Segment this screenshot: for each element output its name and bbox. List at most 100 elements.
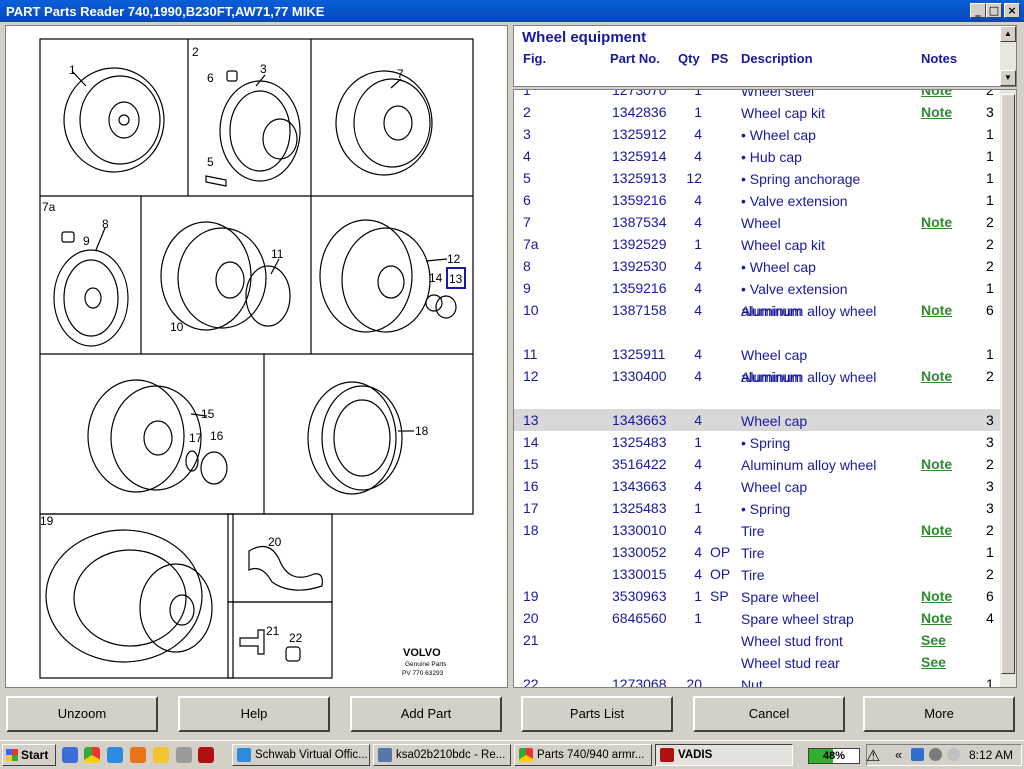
row-part-no: 1325911 (612, 346, 666, 362)
minimize-button[interactable]: _ (970, 3, 986, 18)
table-row[interactable]: 18 1330010 4 Tire Note 2 (514, 519, 1000, 541)
scroll-thumb[interactable] (1001, 94, 1015, 674)
row-qty: 4 (694, 258, 702, 274)
task-parts[interactable]: Parts 740/940 armr... (514, 744, 652, 766)
table-row[interactable]: 5 1325913 12 • Spring anchorage 1 (514, 167, 1000, 189)
scroll-up-icon[interactable]: ▲ (1000, 26, 1016, 42)
task-vadis[interactable]: VADIS (655, 744, 793, 766)
table-row[interactable]: 1330052 4 OP Tire 1 (514, 541, 1000, 563)
row-description: • Wheel cap (741, 259, 816, 275)
table-row[interactable]: 6 1359216 4 • Valve extension 1 (514, 189, 1000, 211)
row-count: 1 (986, 126, 994, 142)
table-row[interactable]: 14 1325483 1 • Spring 3 (514, 431, 1000, 453)
row-note-link[interactable]: Note (921, 214, 952, 230)
table-row[interactable]: 22 1273068 20 Nut 1 (514, 673, 1000, 687)
cancel-button[interactable]: Cancel (693, 696, 845, 732)
list-scrollbar[interactable] (1000, 90, 1016, 687)
maximize-button[interactable]: □ (986, 3, 1002, 18)
row-note-link[interactable]: Note (921, 302, 952, 318)
row-note-link[interactable]: Note (921, 588, 952, 604)
chrome-icon (519, 748, 533, 762)
row-count: 3 (986, 104, 994, 120)
close-button[interactable]: × (1004, 3, 1020, 18)
scroll-down-icon[interactable]: ▼ (1000, 70, 1016, 86)
clock[interactable]: 8:12 AM (969, 748, 1013, 762)
table-row[interactable]: 12 1330400 4 Aluminum alloy wheel aluminum No… (514, 365, 1000, 409)
add-part-button[interactable]: Add Part (350, 696, 502, 732)
app-quicklaunch-icon[interactable] (198, 747, 214, 763)
diagram-drawing: 1 2 3 5 6 7 7a 8 9 10 11 12 13 14 15 16 … (39, 38, 474, 679)
help-button[interactable]: Help (178, 696, 330, 732)
table-row[interactable]: 10 1387158 4 Aluminum alloy wheel aluminum No… (514, 299, 1000, 343)
start-button[interactable]: Start (2, 744, 56, 766)
network-icon[interactable] (911, 748, 924, 761)
title-bar: PART Parts Reader 740,1990,B230FT,AW71,7… (0, 0, 1024, 22)
row-description: • Spring anchorage (741, 171, 861, 187)
row-part-no: 1325914 (612, 148, 667, 164)
row-part-no: 1325913 (612, 170, 667, 186)
row-description: Aluminum alloy wheel (741, 457, 877, 473)
status-icon[interactable] (947, 748, 960, 761)
parts-list: 1 1273070 1 Wheel steel Note 2 2 1342836 1 Wheel … (513, 89, 1017, 688)
task-ksa[interactable]: ksa02b210bdc - Re... (373, 744, 511, 766)
table-row[interactable]: 4 1325914 4 • Hub cap 1 (514, 145, 1000, 167)
row-qty: 4 (694, 566, 702, 582)
table-row[interactable]: 2 1342836 1 Wheel cap kit Note 3 (514, 101, 1000, 123)
tray-expand-icon[interactable]: « (895, 747, 902, 762)
chrome-icon[interactable] (84, 747, 100, 763)
table-row[interactable]: 1 1273070 1 Wheel steel Note 2 (514, 89, 1000, 101)
parts-list-button[interactable]: Parts List (521, 696, 673, 732)
callout-22: 22 (289, 631, 303, 645)
row-description: Wheel cap (741, 347, 808, 363)
row-description-cont: aluminum (741, 303, 802, 319)
header-scrollbar[interactable]: ▲ ▼ (1000, 26, 1016, 86)
volume-icon[interactable] (929, 748, 942, 761)
exploded-diagram[interactable]: 1 2 3 5 6 7 7a 8 9 10 11 12 13 14 15 16 … (5, 25, 508, 688)
table-row[interactable]: 7a 1392529 1 Wheel cap kit 2 (514, 233, 1000, 255)
row-note-link[interactable]: Note (921, 104, 952, 120)
battery-meter[interactable]: 48% (808, 748, 860, 764)
table-row[interactable]: 7 1387534 4 Wheel Note 2 (514, 211, 1000, 233)
more-button[interactable]: More (863, 696, 1015, 732)
row-note-link[interactable]: Note (921, 522, 952, 538)
row-note-link[interactable]: See (921, 632, 946, 648)
row-note-link[interactable]: Note (921, 610, 952, 626)
messenger-icon[interactable] (153, 747, 169, 763)
row-count: 1 (986, 192, 994, 208)
firefox-icon[interactable] (130, 747, 146, 763)
table-row[interactable]: 11 1325911 4 Wheel cap 1 (514, 343, 1000, 365)
callout-2: 2 (192, 45, 199, 59)
task-schwab[interactable]: Schwab Virtual Offic... (232, 744, 370, 766)
unzoom-button[interactable]: Unzoom (6, 696, 158, 732)
table-row[interactable]: 21 Wheel stud front See (514, 629, 1000, 651)
row-part-no: 1273070 (612, 89, 667, 98)
table-row[interactable]: 1330015 4 OP Tire 2 (514, 563, 1000, 585)
row-note-link[interactable]: Note (921, 456, 952, 472)
table-row[interactable]: 16 1343663 4 Wheel cap 3 (514, 475, 1000, 497)
table-row[interactable]: 20 6846560 1 Spare wheel strap Note 4 (514, 607, 1000, 629)
table-row[interactable]: 8 1392530 4 • Wheel cap 2 (514, 255, 1000, 277)
row-note-link[interactable]: See (921, 654, 946, 670)
table-row[interactable]: Wheel stud rear See (514, 651, 1000, 673)
row-qty: 1 (694, 236, 702, 252)
row-count: 4 (986, 610, 994, 626)
callout-20: 20 (268, 535, 282, 549)
table-row[interactable]: 9 1359216 4 • Valve extension 1 (514, 277, 1000, 299)
row-count: 1 (986, 170, 994, 186)
row-note-link[interactable]: Note (921, 368, 952, 384)
row-fig: 2 (523, 104, 531, 120)
table-row[interactable]: 15 3516422 4 Aluminum alloy wheel Note 2 (514, 453, 1000, 475)
ie-icon[interactable] (107, 747, 123, 763)
switch-windows-icon[interactable] (176, 747, 192, 763)
row-note-link[interactable]: Note (921, 90, 952, 98)
callout-14: 14 (429, 271, 443, 285)
table-row[interactable]: 3 1325912 4 • Wheel cap 1 (514, 123, 1000, 145)
row-description: Spare wheel strap (741, 611, 854, 627)
row-part-no: 1330400 (612, 368, 667, 384)
row-description: • Wheel cap (741, 127, 816, 143)
section-title: Wheel equipment (522, 29, 647, 46)
table-row[interactable]: 13 1343663 4 Wheel cap 3 (514, 409, 1000, 431)
table-row[interactable]: 17 1325483 1 • Spring 3 (514, 497, 1000, 519)
table-row[interactable]: 19 3530963 1 SP Spare wheel Note 6 (514, 585, 1000, 607)
show-desktop-icon[interactable] (62, 747, 78, 763)
